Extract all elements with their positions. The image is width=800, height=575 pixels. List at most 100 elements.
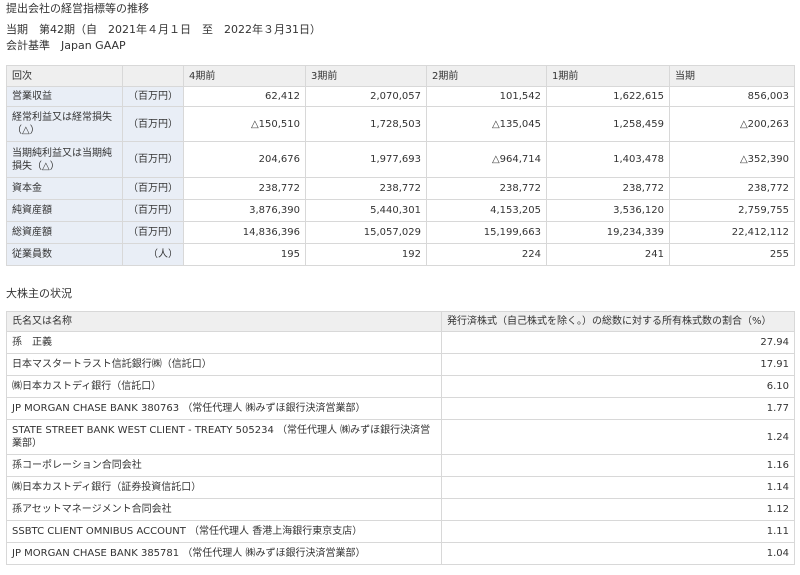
row-unit: （百万円） bbox=[122, 106, 184, 142]
table-row: 純資産額 （百万円） 3,876,390 5,440,301 4,153,205… bbox=[6, 199, 795, 222]
table-cell: 3,876,390 bbox=[183, 199, 306, 222]
row-label: 資本金 bbox=[6, 177, 123, 200]
row-label: 総資産額 bbox=[6, 221, 123, 244]
page: 提出会社の経営指標等の推移 当期 第42期（自 2021年４月１日 至 2022… bbox=[0, 0, 800, 575]
table-cell: 238,772 bbox=[183, 177, 306, 200]
shareholders-title: 大株主の状況 bbox=[6, 287, 72, 300]
table-cell: 4,153,205 bbox=[426, 199, 547, 222]
table-row: ㈱日本カストディ銀行（信託口） 6.10 bbox=[6, 375, 795, 398]
shareholding-ratio: 1.12 bbox=[441, 498, 795, 521]
column-header: 2期前 bbox=[426, 65, 547, 87]
table-cell: 14,836,396 bbox=[183, 221, 306, 244]
row-unit: （百万円） bbox=[122, 221, 184, 244]
shareholding-ratio: 17.91 bbox=[441, 353, 795, 376]
table-row: 日本マスタートラスト信託銀行㈱（信託口） 17.91 bbox=[6, 353, 795, 376]
table-cell: 5,440,301 bbox=[305, 199, 427, 222]
table-cell: 255 bbox=[669, 243, 795, 266]
table-row: 当期純利益又は当期純損失（△） （百万円） 204,676 1,977,693 … bbox=[6, 141, 795, 178]
table-cell: 2,759,755 bbox=[669, 199, 795, 222]
table-cell: △135,045 bbox=[426, 106, 547, 142]
table-row: 資本金 （百万円） 238,772 238,772 238,772 238,77… bbox=[6, 177, 795, 200]
table-cell: △200,263 bbox=[669, 106, 795, 142]
row-unit: （百万円） bbox=[122, 86, 184, 107]
table-row: SSBTC CLIENT OMNIBUS ACCOUNT （常任代理人 香港上海… bbox=[6, 520, 795, 543]
table-cell: 224 bbox=[426, 243, 547, 266]
shareholding-ratio: 6.10 bbox=[441, 375, 795, 398]
table-cell: 3,536,120 bbox=[546, 199, 670, 222]
table-row: 総資産額 （百万円） 14,836,396 15,057,029 15,199,… bbox=[6, 221, 795, 244]
table-cell: 204,676 bbox=[183, 141, 306, 178]
row-unit: （百万円） bbox=[122, 141, 184, 178]
table-row: ㈱日本カストディ銀行（証券投資信託口） 1.14 bbox=[6, 476, 795, 499]
table-cell: 1,403,478 bbox=[546, 141, 670, 178]
table-cell: △964,714 bbox=[426, 141, 547, 178]
row-label: 純資産額 bbox=[6, 199, 123, 222]
table-row: 孫コーポレーション合同会社 1.16 bbox=[6, 454, 795, 477]
table-cell: 62,412 bbox=[183, 86, 306, 107]
table-cell: 101,542 bbox=[426, 86, 547, 107]
table-cell: 15,199,663 bbox=[426, 221, 547, 244]
performance-table: 回次 4期前 3期前 2期前 1期前 当期 営業収益 （百万円） 62,412 … bbox=[6, 65, 795, 266]
table-cell: 1,977,693 bbox=[305, 141, 427, 178]
table-cell: 195 bbox=[183, 243, 306, 266]
column-header: 回次 bbox=[6, 65, 123, 87]
row-label: 従業員数 bbox=[6, 243, 123, 266]
shareholders-table: 氏名又は名称 発行済株式（自己株式を除く。）の総数に対する所有株式数の割合（%）… bbox=[6, 311, 795, 565]
shareholders-header-row: 氏名又は名称 発行済株式（自己株式を除く。）の総数に対する所有株式数の割合（%） bbox=[6, 311, 795, 332]
shareholding-ratio: 1.24 bbox=[441, 419, 795, 455]
shareholding-ratio: 1.04 bbox=[441, 542, 795, 565]
table-row: JP MORGAN CHASE BANK 385781 （常任代理人 ㈱みずほ銀… bbox=[6, 542, 795, 565]
table-cell: 856,003 bbox=[669, 86, 795, 107]
shareholding-ratio: 1.16 bbox=[441, 454, 795, 477]
table-cell: 1,728,503 bbox=[305, 106, 427, 142]
shareholder-name: SSBTC CLIENT OMNIBUS ACCOUNT （常任代理人 香港上海… bbox=[6, 520, 442, 543]
table-cell: 241 bbox=[546, 243, 670, 266]
shareholder-name: 日本マスタートラスト信託銀行㈱（信託口） bbox=[6, 353, 442, 376]
table-cell: 1,622,615 bbox=[546, 86, 670, 107]
column-header bbox=[122, 65, 184, 87]
column-header: 発行済株式（自己株式を除く。）の総数に対する所有株式数の割合（%） bbox=[441, 311, 795, 332]
table-cell: △352,390 bbox=[669, 141, 795, 178]
table-cell: 238,772 bbox=[426, 177, 547, 200]
row-label: 営業収益 bbox=[6, 86, 123, 107]
table-row: JP MORGAN CHASE BANK 380763 （常任代理人 ㈱みずほ銀… bbox=[6, 397, 795, 420]
shareholding-ratio: 1.14 bbox=[441, 476, 795, 499]
column-header: 4期前 bbox=[183, 65, 306, 87]
row-label: 経常利益又は経常損失（△） bbox=[6, 106, 123, 142]
column-header: 3期前 bbox=[305, 65, 427, 87]
row-label: 当期純利益又は当期純損失（△） bbox=[6, 141, 123, 178]
table-row: 営業収益 （百万円） 62,412 2,070,057 101,542 1,62… bbox=[6, 86, 795, 107]
shareholder-name: 孫コーポレーション合同会社 bbox=[6, 454, 442, 477]
row-unit: （百万円） bbox=[122, 199, 184, 222]
column-header: 氏名又は名称 bbox=[6, 311, 442, 332]
performance-header-row: 回次 4期前 3期前 2期前 1期前 当期 bbox=[6, 65, 795, 87]
table-row: 従業員数 （人） 195 192 224 241 255 bbox=[6, 243, 795, 266]
table-cell: 238,772 bbox=[546, 177, 670, 200]
table-cell: 238,772 bbox=[669, 177, 795, 200]
shareholding-ratio: 1.77 bbox=[441, 397, 795, 420]
shareholder-name: 孫 正義 bbox=[6, 331, 442, 354]
shareholding-ratio: 1.11 bbox=[441, 520, 795, 543]
shareholding-ratio: 27.94 bbox=[441, 331, 795, 354]
table-row: 孫 正義 27.94 bbox=[6, 331, 795, 354]
column-header: 1期前 bbox=[546, 65, 670, 87]
shareholder-name: JP MORGAN CHASE BANK 385781 （常任代理人 ㈱みずほ銀… bbox=[6, 542, 442, 565]
table-cell: 19,234,339 bbox=[546, 221, 670, 244]
column-header: 当期 bbox=[669, 65, 795, 87]
table-row: 孫アセットマネージメント合同会社 1.12 bbox=[6, 498, 795, 521]
table-cell: 22,412,112 bbox=[669, 221, 795, 244]
table-cell: 2,070,057 bbox=[305, 86, 427, 107]
shareholder-name: 孫アセットマネージメント合同会社 bbox=[6, 498, 442, 521]
table-row: 経常利益又は経常損失（△） （百万円） △150,510 1,728,503 △… bbox=[6, 106, 795, 142]
row-unit: （百万円） bbox=[122, 177, 184, 200]
table-cell: 238,772 bbox=[305, 177, 427, 200]
table-cell: 192 bbox=[305, 243, 427, 266]
shareholder-name: ㈱日本カストディ銀行（証券投資信託口） bbox=[6, 476, 442, 499]
fiscal-period: 当期 第42期（自 2021年４月１日 至 2022年３月31日） bbox=[6, 23, 321, 36]
shareholder-name: JP MORGAN CHASE BANK 380763 （常任代理人 ㈱みずほ銀… bbox=[6, 397, 442, 420]
table-row: STATE STREET BANK WEST CLIENT - TREATY 5… bbox=[6, 419, 795, 455]
table-cell: 15,057,029 bbox=[305, 221, 427, 244]
row-unit: （人） bbox=[122, 243, 184, 266]
table-cell: 1,258,459 bbox=[546, 106, 670, 142]
shareholder-name: ㈱日本カストディ銀行（信託口） bbox=[6, 375, 442, 398]
